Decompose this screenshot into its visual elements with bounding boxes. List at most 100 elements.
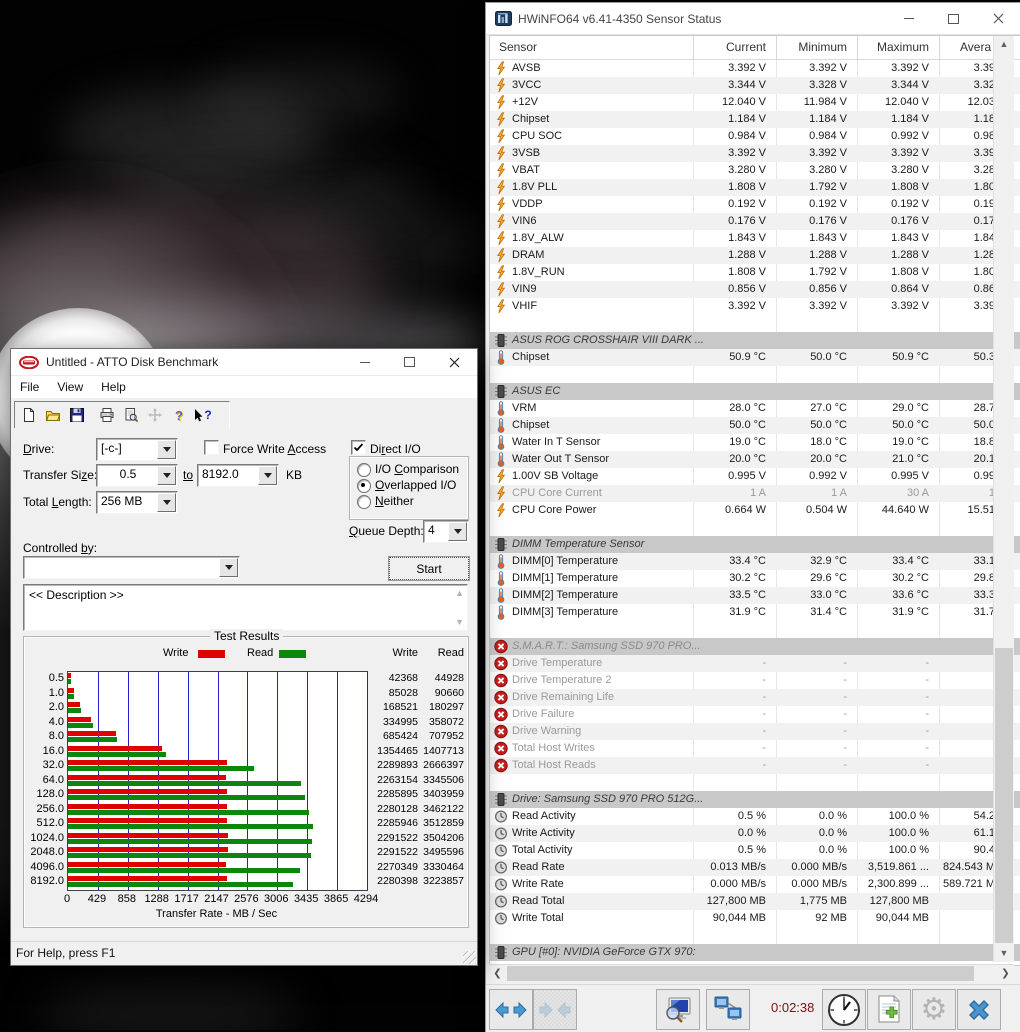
sensor-table-header[interactable]: Sensor Current Minimum Maximum Avera <box>490 36 1020 60</box>
vertical-scroll-thumb[interactable] <box>995 648 1013 943</box>
scroll-down-arrow[interactable]: ▼ <box>994 945 1014 962</box>
sensor-row[interactable]: 1.00V SB Voltage 0.995 V 0.992 V 0.995 V 0.9… <box>490 468 1020 485</box>
io-comparison-radio[interactable] <box>357 463 371 477</box>
scroll-right-arrow[interactable]: ❯ <box>997 965 1014 982</box>
print-preview-button[interactable] <box>119 404 143 426</box>
sensor-row[interactable]: Water In T Sensor 19.0 °C 18.0 °C 19.0 °C 18… <box>490 434 1020 451</box>
sensor-row[interactable]: 1.8V_RUN 1.808 V 1.792 V 1.808 V 1.80 <box>490 264 1020 281</box>
section-header-row[interactable]: Drive: Samsung SSD 970 PRO 512G... <box>490 791 1020 808</box>
section-header-row[interactable]: S.M.A.R.T.: Samsung SSD 970 PRO... <box>490 638 1020 655</box>
sensor-row[interactable]: 1.8V_ALW 1.843 V 1.843 V 1.843 V 1.84 <box>490 230 1020 247</box>
scroll-up-arrow[interactable]: ▲ <box>994 36 1014 53</box>
section-header-row[interactable]: DIMM Temperature Sensor <box>490 536 1020 553</box>
sensor-row[interactable]: Drive Warning - - - <box>490 723 1020 740</box>
save-file-button[interactable] <box>65 404 89 426</box>
dropdown-button[interactable] <box>448 522 467 541</box>
sensor-row[interactable]: Drive Remaining Life - - - <box>490 689 1020 706</box>
expand-panels-button[interactable] <box>489 989 533 1030</box>
settings-gear-button[interactable]: ⚙ <box>912 989 956 1030</box>
sensor-row[interactable]: 3VSB 3.392 V 3.392 V 3.392 V 3.39 <box>490 145 1020 162</box>
section-header-row[interactable]: GPU [#0]: NVIDIA GeForce GTX 970: <box>490 944 1020 961</box>
section-header-row[interactable]: ASUS EC <box>490 383 1020 400</box>
sensor-row[interactable]: Water Out T Sensor 20.0 °C 20.0 °C 21.0 °C 2… <box>490 451 1020 468</box>
sensor-row[interactable]: VIN6 0.176 V 0.176 V 0.176 V 0.17 <box>490 213 1020 230</box>
close-sensors-button[interactable] <box>957 989 1001 1030</box>
help-button[interactable]: ? <box>167 404 191 426</box>
clock-button[interactable] <box>822 989 866 1030</box>
horizontal-scrollbar[interactable]: ❮ ❯ <box>489 964 1014 982</box>
sensor-row[interactable]: DRAM 1.288 V 1.288 V 1.288 V 1.28 <box>490 247 1020 264</box>
close-button[interactable] <box>976 3 1020 34</box>
hwinfo-titlebar[interactable]: HWiNFO64 v6.41-4350 Sensor Status <box>486 3 1020 35</box>
menu-help[interactable]: Help <box>92 376 135 398</box>
minimize-button[interactable] <box>886 3 931 34</box>
sensor-row[interactable]: Total Host Reads - - - <box>490 757 1020 774</box>
sensor-row[interactable]: DIMM[0] Temperature 33.4 °C 32.9 °C 33.4 °C… <box>490 553 1020 570</box>
section-header-row[interactable]: ASUS ROG CROSSHAIR VIII DARK ... <box>490 332 1020 349</box>
column-minimum[interactable]: Minimum <box>777 40 847 54</box>
dropdown-button[interactable] <box>219 558 238 577</box>
queue-depth-select[interactable]: 4 <box>423 520 469 543</box>
maximize-button[interactable] <box>387 349 432 375</box>
resize-grip[interactable] <box>463 951 476 964</box>
column-average[interactable]: Avera <box>960 40 996 54</box>
open-file-button[interactable] <box>41 404 65 426</box>
sensor-row[interactable]: CPU Core Current 1 A 1 A 30 A 1 <box>490 485 1020 502</box>
dropdown-button[interactable] <box>157 440 176 459</box>
sensor-row[interactable]: Write Total 90,044 MB 92 MB 90,044 MB <box>490 910 1020 927</box>
controlled-by-select[interactable] <box>23 556 240 579</box>
sensor-row[interactable]: Chipset 50.9 °C 50.0 °C 50.9 °C 50.3 <box>490 349 1020 366</box>
drive-select[interactable]: [-c-] <box>96 438 178 461</box>
sensor-row[interactable]: Chipset 1.184 V 1.184 V 1.184 V 1.18 <box>490 111 1020 128</box>
minimize-button[interactable] <box>342 349 387 375</box>
sensor-row[interactable]: Drive Temperature 2 - - - <box>490 672 1020 689</box>
scroll-up-icon[interactable]: ▲ <box>455 588 464 598</box>
dropdown-button[interactable] <box>157 466 176 485</box>
sensor-row[interactable]: Drive Failure - - - <box>490 706 1020 723</box>
report-log-button[interactable] <box>867 989 911 1030</box>
sensor-row[interactable]: CPU SOC 0.984 V 0.984 V 0.992 V 0.98 <box>490 128 1020 145</box>
direct-io-checkbox[interactable] <box>351 440 366 455</box>
sensor-row[interactable]: DIMM[1] Temperature 30.2 °C 29.6 °C 30.2 °C… <box>490 570 1020 587</box>
dropdown-button[interactable] <box>157 493 176 512</box>
sensor-row[interactable]: VHIF 3.392 V 3.392 V 3.392 V 3.39 <box>490 298 1020 315</box>
maximize-button[interactable] <box>931 3 976 34</box>
description-box[interactable]: << Description >> ▲ ▼ <box>23 584 468 631</box>
sensor-row[interactable]: VBAT 3.280 V 3.280 V 3.280 V 3.28 <box>490 162 1020 179</box>
sensor-row[interactable]: VIN9 0.856 V 0.856 V 0.864 V 0.86 <box>490 281 1020 298</box>
context-help-button[interactable]: ? <box>191 404 215 426</box>
column-sensor[interactable]: Sensor <box>499 40 537 54</box>
sensor-row[interactable]: CPU Core Power 0.664 W 0.504 W 44.640 W 15.5… <box>490 502 1020 519</box>
start-button[interactable]: Start <box>389 557 469 580</box>
sensor-row[interactable]: VDDP 0.192 V 0.192 V 0.192 V 0.19 <box>490 196 1020 213</box>
sensor-row[interactable]: +12V 12.040 V 11.984 V 12.040 V 12.03 <box>490 94 1020 111</box>
sensor-row[interactable]: Write Rate 0.000 MB/s 0.000 MB/s 2,300.899 … <box>490 876 1020 893</box>
menu-view[interactable]: View <box>48 376 92 398</box>
screen-capture-button[interactable] <box>656 989 700 1030</box>
close-button[interactable] <box>432 349 477 375</box>
transfer-to-select[interactable]: 8192.0 <box>197 464 279 487</box>
menu-file[interactable]: File <box>11 376 48 398</box>
remote-monitor-button[interactable] <box>706 989 750 1030</box>
neither-radio[interactable] <box>357 495 371 509</box>
sensor-row[interactable]: Read Rate 0.013 MB/s 0.000 MB/s 3,519.861 .… <box>490 859 1020 876</box>
sensor-row[interactable]: Write Activity 0.0 % 0.0 % 100.0 % 61.1 <box>490 825 1020 842</box>
sensor-row[interactable]: VRM 28.0 °C 27.0 °C 29.0 °C 28.7 <box>490 400 1020 417</box>
overlapped-io-radio[interactable] <box>357 479 371 493</box>
column-maximum[interactable]: Maximum <box>858 40 929 54</box>
sensor-row[interactable]: 3VCC 3.344 V 3.328 V 3.344 V 3.32 <box>490 77 1020 94</box>
vertical-scrollbar[interactable]: ▲ ▼ <box>993 36 1014 962</box>
atto-titlebar[interactable]: Untitled - ATTO Disk Benchmark <box>11 349 477 376</box>
sensor-row[interactable]: DIMM[2] Temperature 33.5 °C 33.0 °C 33.6 °C… <box>490 587 1020 604</box>
new-file-button[interactable] <box>17 404 41 426</box>
print-button[interactable] <box>95 404 119 426</box>
sensor-row[interactable]: 1.8V PLL 1.808 V 1.792 V 1.808 V 1.80 <box>490 179 1020 196</box>
sensor-row[interactable]: Chipset 50.0 °C 50.0 °C 50.0 °C 50.0 <box>490 417 1020 434</box>
sensor-row[interactable]: Drive Temperature - - - <box>490 655 1020 672</box>
transfer-from-select[interactable]: 0.5 <box>96 464 178 487</box>
sensor-row[interactable]: Read Total 127,800 MB 1,775 MB 127,800 MB <box>490 893 1020 910</box>
force-write-checkbox[interactable] <box>204 440 219 455</box>
sensor-row[interactable]: AVSB 3.392 V 3.392 V 3.392 V 3.39 <box>490 60 1020 77</box>
scroll-down-icon[interactable]: ▼ <box>455 617 464 627</box>
sensor-row[interactable]: Read Activity 0.5 % 0.0 % 100.0 % 54.2 <box>490 808 1020 825</box>
